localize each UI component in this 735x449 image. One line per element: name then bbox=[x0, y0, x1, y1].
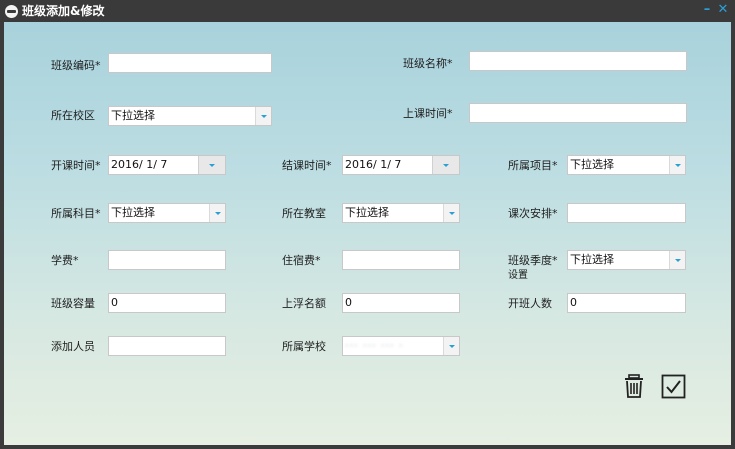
end-date-picker[interactable]: 2016/ 1/ 7 bbox=[342, 155, 460, 175]
class-time-input[interactable] bbox=[469, 103, 687, 123]
campus-select[interactable]: 下拉选择 bbox=[108, 106, 272, 126]
class-name-input[interactable] bbox=[469, 51, 687, 71]
title-bar: 班级添加&修改 – ✕ bbox=[0, 0, 735, 22]
start-date-picker[interactable]: 2016/ 1/ 7 bbox=[108, 155, 226, 175]
tuition-input[interactable] bbox=[108, 250, 226, 270]
lodging-input[interactable] bbox=[342, 250, 460, 270]
campus-label: 所在校区 bbox=[51, 109, 95, 122]
chevron-down-icon[interactable] bbox=[209, 204, 225, 222]
classroom-label: 所在教室 bbox=[282, 207, 326, 220]
calendar-dropdown-icon[interactable] bbox=[432, 156, 459, 174]
tuition-label: 学费* bbox=[51, 254, 79, 267]
class-code-label: 班级编码* bbox=[51, 59, 101, 72]
overflow-input[interactable]: 0 bbox=[342, 293, 460, 313]
season-select[interactable]: 下拉选择 bbox=[567, 250, 686, 270]
app-icon bbox=[5, 5, 18, 18]
lessons-label: 课次安排* bbox=[508, 207, 558, 220]
capacity-label: 班级容量 bbox=[51, 297, 95, 310]
end-date-label: 结课时间* bbox=[282, 159, 332, 172]
season-label-line2: 设置 bbox=[508, 270, 528, 281]
subject-select[interactable]: 下拉选择 bbox=[108, 203, 226, 223]
subject-label: 所属科目* bbox=[51, 207, 101, 220]
school-select-value: ··· ··· ··· · bbox=[345, 339, 404, 352]
min-open-input[interactable]: 0 bbox=[567, 293, 686, 313]
form-panel: 班级编码* 班级名称* 所在校区 下拉选择 上课时间* 开课时间* 2016/ … bbox=[4, 22, 731, 445]
school-label: 所属学校 bbox=[282, 340, 326, 353]
added-by-input[interactable] bbox=[108, 336, 226, 356]
chevron-down-icon[interactable] bbox=[443, 337, 459, 355]
project-label: 所属项目* bbox=[508, 159, 558, 172]
end-date-value: 2016/ 1/ 7 bbox=[345, 158, 402, 171]
classroom-select-value: 下拉选择 bbox=[345, 206, 389, 219]
class-name-label: 班级名称* bbox=[403, 57, 453, 70]
start-date-value: 2016/ 1/ 7 bbox=[111, 158, 168, 171]
chevron-down-icon[interactable] bbox=[255, 107, 271, 125]
school-select[interactable]: ··· ··· ··· · bbox=[342, 336, 460, 356]
class-time-label: 上课时间* bbox=[403, 107, 453, 120]
window: 班级添加&修改 – ✕ 班级编码* 班级名称* 所在校区 下拉选择 上课时间* … bbox=[0, 0, 735, 449]
capacity-input[interactable]: 0 bbox=[108, 293, 226, 313]
project-select[interactable]: 下拉选择 bbox=[567, 155, 686, 175]
chevron-down-icon[interactable] bbox=[443, 204, 459, 222]
trash-icon[interactable] bbox=[622, 373, 648, 399]
calendar-dropdown-icon[interactable] bbox=[198, 156, 225, 174]
class-code-input[interactable] bbox=[108, 53, 272, 73]
season-select-value: 下拉选择 bbox=[570, 253, 614, 266]
window-title: 班级添加&修改 bbox=[22, 4, 105, 18]
classroom-select[interactable]: 下拉选择 bbox=[342, 203, 460, 223]
added-by-label: 添加人员 bbox=[51, 340, 95, 353]
campus-select-value: 下拉选择 bbox=[111, 109, 155, 122]
chevron-down-icon[interactable] bbox=[669, 156, 685, 174]
subject-select-value: 下拉选择 bbox=[111, 206, 155, 219]
checkmark-icon[interactable] bbox=[661, 374, 687, 400]
lodging-label: 住宿费* bbox=[282, 254, 321, 267]
chevron-down-icon[interactable] bbox=[669, 251, 685, 269]
season-label: 班级季度* bbox=[508, 254, 558, 267]
overflow-label: 上浮名额 bbox=[282, 297, 326, 310]
minimize-button[interactable]: – bbox=[700, 2, 714, 18]
project-select-value: 下拉选择 bbox=[570, 158, 614, 171]
start-date-label: 开课时间* bbox=[51, 159, 101, 172]
min-open-label: 开班人数 bbox=[508, 297, 552, 310]
close-button[interactable]: ✕ bbox=[716, 2, 730, 18]
lessons-input[interactable] bbox=[567, 203, 686, 223]
